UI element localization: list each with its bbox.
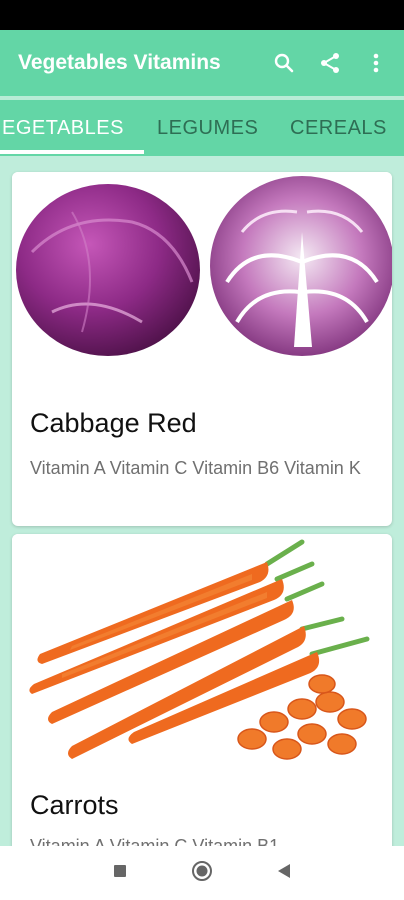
carrots-image (12, 534, 392, 774)
tab-cereals[interactable]: CEREALS (290, 100, 387, 156)
app-actions (272, 51, 404, 75)
home-circle-icon[interactable] (191, 860, 213, 887)
tab-bar: EGETABLES LEGUMES CEREALS (0, 96, 404, 156)
tab-legumes[interactable]: LEGUMES (157, 100, 258, 156)
card-vitamins: Vitamin A Vitamin C Vitamin B1 (30, 836, 280, 846)
more-vert-icon[interactable] (364, 51, 388, 75)
vegetable-list[interactable]: Cabbage Red Vitamin A Vitamin C Vitamin … (0, 156, 404, 846)
status-bar (0, 0, 404, 30)
card-vitamins: Vitamin A Vitamin C Vitamin B6 Vitamin K (30, 458, 361, 478)
red-cabbage-image (12, 172, 392, 372)
share-icon[interactable] (318, 51, 342, 75)
card-title: Cabbage Red (30, 408, 197, 438)
back-triangle-icon[interactable] (277, 863, 291, 884)
tab-vegetables[interactable]: EGETABLES (2, 100, 124, 156)
vegetable-card-cabbage-red[interactable]: Cabbage Red Vitamin A Vitamin C Vitamin … (12, 172, 392, 526)
navigation-bar (0, 846, 404, 900)
card-title: Carrots (30, 790, 119, 820)
vegetable-card-carrots[interactable]: Carrots Vitamin A Vitamin C Vitamin B1 (12, 534, 392, 846)
app-title: Vegetables Vitamins (18, 51, 221, 74)
app-bar: Vegetables Vitamins (0, 30, 404, 96)
search-icon[interactable] (272, 51, 296, 75)
tab-indicator (0, 150, 144, 154)
recents-square-icon[interactable] (113, 864, 127, 883)
